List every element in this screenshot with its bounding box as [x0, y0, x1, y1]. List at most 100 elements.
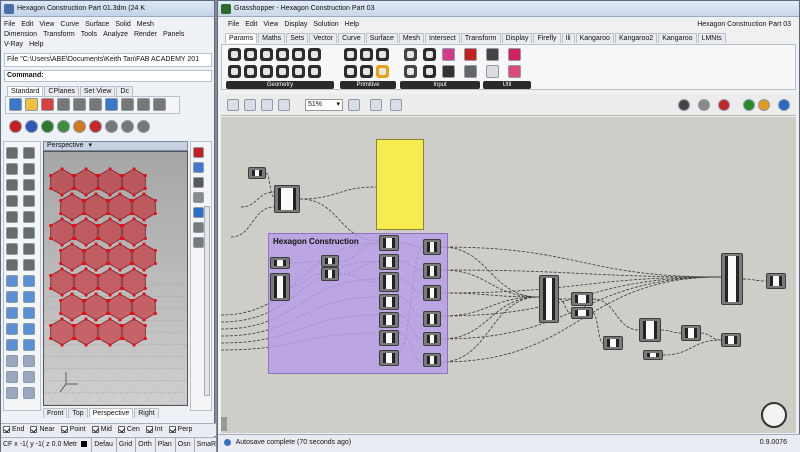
rhino-tool-icon[interactable] — [9, 98, 22, 111]
gh-tab-5[interactable]: Surface — [365, 33, 398, 43]
rhino-menu-item-b-2[interactable]: Tools — [81, 30, 97, 40]
gh-component[interactable] — [270, 273, 290, 301]
ribbon-group-label[interactable]: Primitive — [340, 81, 396, 89]
checkbox-icon[interactable] — [30, 425, 38, 433]
status-pane-4[interactable]: Osn — [174, 438, 191, 452]
rhino-tool-icon[interactable] — [121, 98, 134, 111]
navigation-compass[interactable] — [761, 402, 787, 428]
gh-component[interactable] — [423, 263, 441, 279]
osnap-1[interactable]: Near — [30, 424, 55, 436]
gh-component[interactable] — [681, 325, 701, 341]
gh-left-scroll[interactable] — [221, 417, 227, 431]
hexagon-cell[interactable] — [132, 243, 156, 271]
rhino-panel-icon[interactable] — [193, 192, 204, 203]
rhino-left-tool-icon[interactable] — [23, 243, 35, 255]
rhino-menu-item-6[interactable]: Mesh — [137, 20, 154, 30]
rhino-toolbar-tab-2[interactable]: Set View — [79, 86, 116, 96]
hexagon-cell[interactable] — [74, 218, 98, 246]
status-pane-3[interactable]: Plan — [154, 438, 172, 452]
sketch-icon[interactable] — [390, 99, 402, 111]
osnap-5[interactable]: Int — [145, 424, 163, 436]
gh-primitive-icon[interactable] — [376, 48, 389, 61]
gh-util-icon[interactable] — [464, 65, 477, 78]
rhino-menu-item-b-1[interactable]: Transform — [43, 30, 75, 40]
gh-input-icon[interactable] — [404, 48, 417, 61]
rhino-left-tool-icon[interactable] — [6, 355, 18, 367]
gh-component[interactable] — [321, 267, 339, 281]
rhino-render-icon[interactable] — [105, 120, 118, 133]
gh-tab-2[interactable]: Sets — [286, 33, 309, 43]
gh-primitive-icon[interactable] — [344, 65, 357, 78]
gh-menu-item-4[interactable]: Solution — [313, 19, 338, 30]
viewport-tab-2[interactable]: Perspective — [88, 408, 134, 418]
shaded-icon[interactable] — [743, 99, 755, 111]
gh-component[interactable] — [571, 292, 593, 306]
rhino-left-tool-icon[interactable] — [23, 371, 35, 383]
rhino-panel-icon[interactable] — [193, 222, 204, 233]
rhino-left-tool-icon[interactable] — [6, 243, 18, 255]
rhino-left-tool-icon[interactable] — [6, 291, 18, 303]
gh-tab-1[interactable]: Maths — [258, 33, 286, 43]
checkbox-icon[interactable] — [117, 425, 125, 433]
gh-component[interactable] — [571, 307, 593, 319]
viewport-scrollbar[interactable] — [204, 206, 210, 396]
rhino-menu-item-b-0[interactable]: Dimension — [4, 30, 37, 40]
rhino-menu-item-1[interactable]: Edit — [21, 20, 33, 30]
rhino-tool-icon[interactable] — [57, 98, 70, 111]
gh-component[interactable] — [379, 294, 399, 310]
viewport-tab-0[interactable]: Front — [43, 408, 68, 418]
rhino-tool-icon[interactable] — [41, 98, 54, 111]
hexagon-cell[interactable] — [50, 168, 74, 196]
gh-component[interactable] — [379, 330, 399, 346]
rhino-render-icon[interactable] — [41, 120, 54, 133]
gh-component[interactable] — [423, 353, 441, 367]
hexagon-cell[interactable] — [50, 218, 74, 246]
rhino-left-tool-icon[interactable] — [6, 307, 18, 319]
gh-param-icon[interactable] — [228, 65, 241, 78]
rhino-left-tool-icon[interactable] — [23, 275, 35, 287]
gh-component[interactable] — [423, 239, 441, 255]
viewport-menu-icon[interactable]: ▾ — [89, 142, 93, 149]
gh-component[interactable] — [603, 336, 623, 350]
gh-component[interactable] — [321, 255, 339, 267]
gh-param-icon[interactable] — [260, 48, 273, 61]
rhino-left-tool-icon[interactable] — [6, 147, 18, 159]
canvas-tool-icon[interactable] — [278, 99, 290, 111]
checkbox-icon[interactable] — [145, 425, 153, 433]
rhino-render-icon[interactable] — [57, 120, 70, 133]
hexagon-cell[interactable] — [98, 218, 122, 246]
rhino-left-tool-icon[interactable] — [6, 371, 18, 383]
rhino-left-tool-icon[interactable] — [23, 147, 35, 159]
gh-component[interactable] — [379, 272, 399, 292]
status-pane-1[interactable]: Grid — [115, 438, 132, 452]
rhino-panel-icon[interactable] — [193, 207, 204, 218]
hexagon-cell[interactable] — [60, 243, 84, 271]
rhino-left-tool-icon[interactable] — [6, 179, 18, 191]
rhino-left-tool-icon[interactable] — [23, 291, 35, 303]
rhino-render-icon[interactable] — [89, 120, 102, 133]
rhino-render-icon[interactable] — [73, 120, 86, 133]
gh-tab-15[interactable]: LMNts — [697, 33, 726, 43]
rhino-left-tool-icon[interactable] — [23, 323, 35, 335]
checkbox-icon[interactable] — [168, 425, 176, 433]
gh-param-icon[interactable] — [244, 48, 257, 61]
canvas-tool-icon[interactable] — [261, 99, 273, 111]
gh-component[interactable] — [766, 273, 786, 289]
rhino-menu-item-b-4[interactable]: Render — [134, 30, 157, 40]
rhino-toolbar-tab-1[interactable]: CPlanes — [44, 86, 79, 96]
gh-input-icon[interactable] — [442, 48, 455, 61]
gh-tab-11[interactable]: Ili — [561, 33, 575, 43]
rhino-menu-item-3[interactable]: Curve — [60, 20, 79, 30]
rhino-left-tool-icon[interactable] — [6, 227, 18, 239]
osnap-4[interactable]: Cen — [117, 424, 140, 436]
yellow-panel[interactable] — [376, 139, 424, 230]
ribbon-group-label[interactable]: Input — [400, 81, 480, 89]
gh-component[interactable] — [248, 167, 266, 179]
gh-tab-14[interactable]: Kangaroo — [658, 33, 697, 43]
render-icon[interactable] — [758, 99, 770, 111]
gh-tab-6[interactable]: Mesh — [398, 33, 424, 43]
hexagon-cell[interactable] — [84, 193, 108, 221]
gh-component[interactable] — [721, 253, 743, 305]
gh-primitive-icon[interactable] — [344, 48, 357, 61]
hexagon-cell[interactable] — [122, 168, 146, 196]
